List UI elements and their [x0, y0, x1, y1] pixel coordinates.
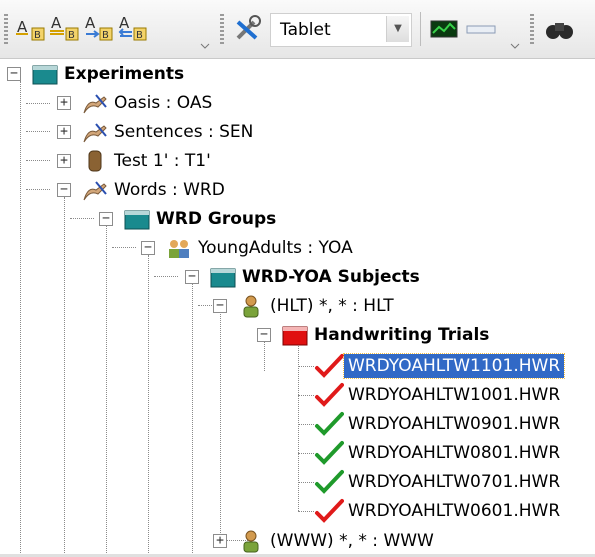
collapse-toggle[interactable]: − — [57, 183, 71, 197]
chart-monitor-icon[interactable] — [428, 12, 462, 46]
tree-item-label: WRDYOAHLTW0701.HWR — [348, 472, 561, 492]
toolbar: A B A B A B A B Tablet ▼ — [0, 0, 595, 59]
tree-item-trial-file[interactable]: WRDYOAHLTW0701.HWR — [314, 467, 564, 497]
tools-icon[interactable] — [230, 12, 264, 46]
tree-item-label: WRD-YOA Subjects — [242, 267, 420, 287]
tree-item-youngadults[interactable]: YoungAdults : YOA — [164, 233, 357, 263]
collapse-toggle[interactable]: − — [99, 212, 113, 226]
red-check-icon — [314, 352, 344, 380]
collapse-toggle[interactable]: − — [141, 241, 155, 255]
tree-item-label: Experiments — [64, 64, 185, 84]
toolbar-overflow-chevron-icon[interactable] — [510, 36, 520, 49]
tree-item-label: WRDYOAHLTW0601.HWR — [348, 501, 561, 521]
red-check-icon — [314, 381, 344, 409]
expand-toggle[interactable]: + — [57, 154, 71, 168]
tree-item-test-1[interactable]: Test 1' : T1' — [80, 146, 215, 176]
toolbar-grip[interactable] — [220, 14, 224, 44]
svg-text:A: A — [51, 14, 62, 32]
teal-folder-icon — [208, 263, 238, 291]
tree-item-trial-file[interactable]: WRDYOAHLTW1101.HWR — [314, 351, 566, 381]
tree-item-words[interactable]: Words : WRD — [80, 175, 229, 205]
tree-item-hlt[interactable]: (HLT) *, * : HLT — [236, 291, 398, 321]
red-check-icon — [314, 497, 344, 525]
collapse-toggle[interactable]: − — [257, 328, 271, 342]
person-icon — [236, 527, 266, 555]
tree-item-label: WRDYOAHLTW0801.HWR — [348, 443, 561, 463]
svg-text:B: B — [136, 30, 143, 41]
collapse-toggle[interactable]: − — [213, 299, 227, 313]
toolbar-separator — [420, 12, 421, 46]
tree-item-label: (WWW) *, * : WWW — [270, 531, 434, 551]
tree-item-trial-file[interactable]: WRDYOAHLTW0801.HWR — [314, 438, 564, 468]
pen-hand-icon — [80, 118, 110, 146]
toolbar-grip[interactable] — [530, 14, 534, 44]
tree-item-trial-file[interactable]: WRDYOAHLTW1001.HWR — [314, 380, 564, 410]
tree-item-label: WRD Groups — [156, 209, 277, 229]
svg-text:B: B — [68, 30, 75, 41]
tree-item-label: YoungAdults : YOA — [198, 238, 353, 258]
toolbar-grip[interactable] — [4, 14, 8, 44]
tree-item-label: WRDYOAHLTW1101.HWR — [342, 353, 566, 379]
tree-item-label: Oasis : OAS — [114, 93, 213, 113]
tree-item-handwriting-trials[interactable]: Handwriting Trials — [280, 320, 493, 350]
svg-text:B: B — [102, 30, 109, 41]
collapse-toggle[interactable]: − — [7, 67, 21, 81]
chevron-down-icon[interactable]: ▼ — [386, 16, 409, 42]
tree-item-wrd-yoa-subjects[interactable]: WRD-YOA Subjects — [208, 262, 424, 292]
red-folder-icon — [280, 321, 310, 349]
pen-hand-icon — [80, 89, 110, 117]
svg-text:A: A — [85, 14, 96, 32]
svg-text:A: A — [119, 14, 130, 32]
expand-toggle[interactable]: + — [57, 96, 71, 110]
format-text-b-icon[interactable]: A B — [48, 12, 82, 46]
expand-toggle[interactable]: + — [57, 125, 71, 139]
hand-icon — [80, 147, 110, 175]
tree-item-label: (HLT) *, * : HLT — [270, 296, 394, 316]
tree-item-label: Sentences : SEN — [114, 122, 254, 142]
tree-item-label: WRDYOAHLTW0901.HWR — [348, 414, 561, 434]
teal-folder-icon — [30, 60, 60, 88]
format-text-a-icon[interactable]: A B — [14, 12, 48, 46]
binoculars-icon[interactable] — [542, 12, 576, 46]
pen-hand-icon — [80, 176, 110, 204]
green-check-icon — [314, 439, 344, 467]
green-check-icon — [314, 468, 344, 496]
person-icon — [236, 292, 266, 320]
tree-item-trial-file[interactable]: WRDYOAHLTW0901.HWR — [314, 409, 564, 439]
slider-icon[interactable] — [464, 12, 498, 46]
tree-item-trial-file[interactable]: WRDYOAHLTW0601.HWR — [314, 496, 564, 526]
tree-item-label: Words : WRD — [114, 180, 225, 200]
toolbar-overflow-chevron-icon[interactable] — [200, 36, 210, 49]
green-check-icon — [314, 410, 344, 438]
tree-item-www[interactable]: (WWW) *, * : WWW — [236, 526, 438, 556]
tree-item-label: WRDYOAHLTW1001.HWR — [348, 385, 561, 405]
collapse-toggle[interactable]: − — [185, 270, 199, 284]
teal-folder-icon — [122, 205, 152, 233]
tree-item-label: Test 1' : T1' — [114, 151, 211, 171]
tree-item-sentences[interactable]: Sentences : SEN — [80, 117, 257, 147]
tree-item-experiments[interactable]: Experiments — [30, 59, 188, 89]
tree-item-label: Handwriting Trials — [314, 325, 490, 345]
svg-text:B: B — [34, 30, 41, 41]
device-select[interactable]: Tablet ▼ — [270, 13, 412, 47]
tree-item-oasis[interactable]: Oasis : OAS — [80, 88, 216, 118]
format-text-c-icon[interactable]: A B — [82, 12, 116, 46]
tree-view[interactable]: − + + + − − − − − − + Experiments Oasis … — [0, 59, 595, 557]
tree-item-wrd-groups[interactable]: WRD Groups — [122, 204, 280, 234]
group-icon — [164, 234, 194, 262]
format-text-d-icon[interactable]: A B — [116, 12, 150, 46]
device-select-value: Tablet — [280, 20, 331, 40]
expand-toggle[interactable]: + — [213, 534, 227, 548]
